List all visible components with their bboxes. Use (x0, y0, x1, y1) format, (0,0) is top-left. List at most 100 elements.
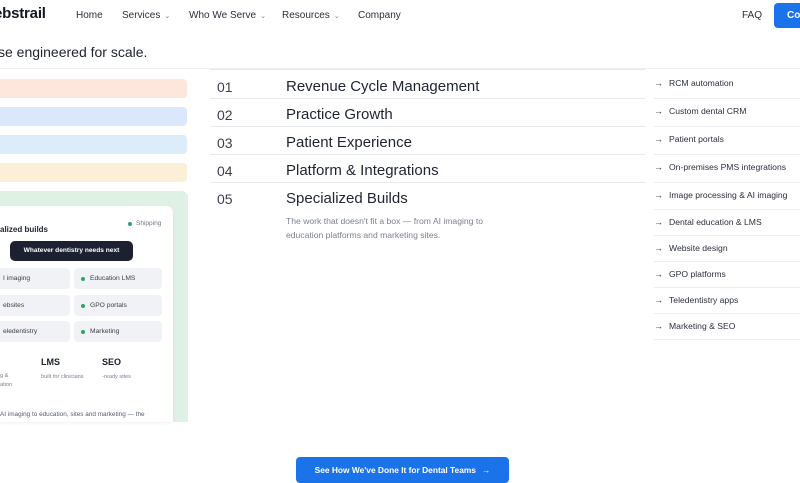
stat-value: SEO (102, 357, 122, 367)
specialized-builds-card: alized builds Shipping Whatever dentistr… (0, 206, 173, 422)
arrow-right-icon: → (654, 190, 663, 200)
right-list-item[interactable]: → GPO platforms (654, 261, 800, 287)
right-list-item[interactable]: → RCM automation (654, 70, 800, 96)
bullet-dot-icon (81, 276, 85, 281)
arrow-right-icon: → (654, 321, 663, 331)
right-list-item[interactable]: → Dental education & LMS (654, 209, 800, 235)
right-list-item[interactable]: → Image processing & AI imaging (654, 182, 800, 208)
service-number: 03 (217, 135, 233, 151)
divider (654, 339, 800, 340)
chip: Marketing (74, 321, 162, 342)
service-row-05[interactable]: 05 Specialized Builds (210, 183, 645, 211)
right-list-label: Patient portals (669, 134, 724, 144)
status-badge: Shipping (128, 220, 161, 227)
arrow-right-icon: → (654, 134, 663, 144)
service-number: 04 (217, 163, 233, 179)
bullet-dot-icon (81, 303, 85, 308)
service-row-03[interactable]: 03 Patient Experience (210, 127, 645, 155)
right-list-label: GPO platforms (669, 269, 726, 279)
nav-services-label: Services (122, 10, 161, 21)
arrow-right-icon: → (654, 162, 663, 172)
nav-cta-button[interactable]: Co (774, 3, 800, 28)
arrow-right-icon: → (481, 465, 491, 475)
chip-label: GPO portals (90, 302, 127, 309)
chip: Education LMS (74, 268, 162, 289)
service-row-04[interactable]: 04 Platform & Integrations (210, 155, 645, 183)
service-number: 02 (217, 107, 233, 123)
see-how-cta-button[interactable]: See How We've Done It for Dental Teams → (296, 457, 509, 483)
right-list-label: On-premises PMS integrations (669, 162, 787, 172)
nav-who-we-serve-label: Who We Serve (189, 10, 257, 21)
stat-sub-line: g & (0, 373, 9, 379)
arrow-right-icon: → (654, 243, 663, 253)
right-list-label: Website design (669, 243, 728, 253)
stat-sub-line: ation (0, 382, 13, 388)
right-list-item[interactable]: → Custom dental CRM (654, 98, 800, 124)
service-description: The work that doesn't fit a box — from A… (286, 216, 484, 240)
right-list-label: Image processing & AI imaging (669, 190, 788, 200)
nav-company-label: Company (358, 10, 401, 21)
stat-sub: built for clinicians (41, 374, 84, 380)
chip: GPO portals (74, 295, 162, 316)
nav-company[interactable]: Company (358, 10, 401, 21)
arrow-right-icon: → (654, 295, 663, 305)
chip-label: ebsites (3, 302, 25, 309)
section-tagline: se engineered for scale. (0, 44, 148, 60)
status-label: Shipping (136, 220, 162, 227)
illustration-band (0, 163, 187, 182)
arrow-right-icon: → (654, 217, 663, 227)
chevron-down-icon: ⌄ (333, 12, 340, 20)
stat-sub: -ready sites (102, 374, 131, 380)
service-name: Revenue Cycle Management (286, 78, 480, 95)
arrow-right-icon: → (654, 269, 663, 279)
chip: I imaging (0, 268, 70, 289)
chip-label: I imaging (3, 275, 31, 282)
chip-label: eledentistry (3, 328, 38, 335)
right-list-label: RCM automation (669, 78, 734, 88)
right-list-item[interactable]: → On-premises PMS integrations (654, 154, 800, 180)
right-list-item[interactable]: → Marketing & SEO (654, 313, 800, 339)
service-row-01[interactable]: 01 Revenue Cycle Management (210, 71, 645, 99)
nav-resources[interactable]: Resources ⌄ (282, 10, 340, 21)
service-name: Specialized Builds (286, 190, 408, 207)
divider (210, 69, 645, 70)
service-number: 01 (217, 79, 233, 95)
bullet-dot-icon (81, 329, 85, 334)
nav-home[interactable]: Home (76, 10, 103, 21)
illustration-band (0, 135, 187, 154)
nav-home-label: Home (76, 10, 103, 21)
arrow-right-icon: → (654, 78, 663, 88)
service-number: 05 (217, 191, 233, 207)
card-footer-text: AI imaging to education, sites and marke… (0, 411, 145, 418)
card-pill: Whatever dentistry needs next (10, 241, 133, 261)
arrow-right-icon: → (654, 106, 663, 116)
service-name: Patient Experience (286, 134, 412, 151)
chevron-down-icon: ⌄ (260, 12, 266, 20)
chip: eledentistry (0, 321, 70, 342)
right-list-item[interactable]: → Website design (654, 235, 800, 261)
right-list-label: Teledentistry apps (669, 295, 739, 305)
service-name: Practice Growth (286, 106, 393, 123)
stat-sub: g & ation (0, 372, 12, 390)
nav-who-we-serve[interactable]: Who We Serve ⌄ (189, 10, 266, 21)
right-list-label: Marketing & SEO (669, 321, 736, 331)
nav-faq[interactable]: FAQ (742, 10, 762, 21)
nav-services[interactable]: Services ⌄ (122, 10, 170, 21)
logo[interactable]: ebstrail (0, 5, 46, 22)
service-name: Platform & Integrations (286, 162, 439, 179)
chevron-down-icon: ⌄ (164, 12, 171, 20)
nav-resources-label: Resources (282, 10, 330, 21)
service-row-02[interactable]: 02 Practice Growth (210, 99, 645, 127)
right-list-item[interactable]: → Patient portals (654, 126, 800, 152)
chip-label: Education LMS (90, 275, 136, 282)
status-dot-icon (128, 221, 132, 226)
illustration-band (0, 107, 187, 126)
right-list-label: Custom dental CRM (669, 106, 747, 116)
stat-value: LMS (41, 357, 60, 367)
chip-label: Marketing (90, 328, 120, 335)
chip: ebsites (0, 295, 70, 316)
right-list-item[interactable]: → Teledentistry apps (654, 287, 800, 313)
cta-label: See How We've Done It for Dental Teams (314, 465, 476, 475)
top-nav: ebstrail Home Services ⌄ Who We Serve ⌄ … (0, 0, 800, 32)
card-title: alized builds (0, 225, 49, 234)
